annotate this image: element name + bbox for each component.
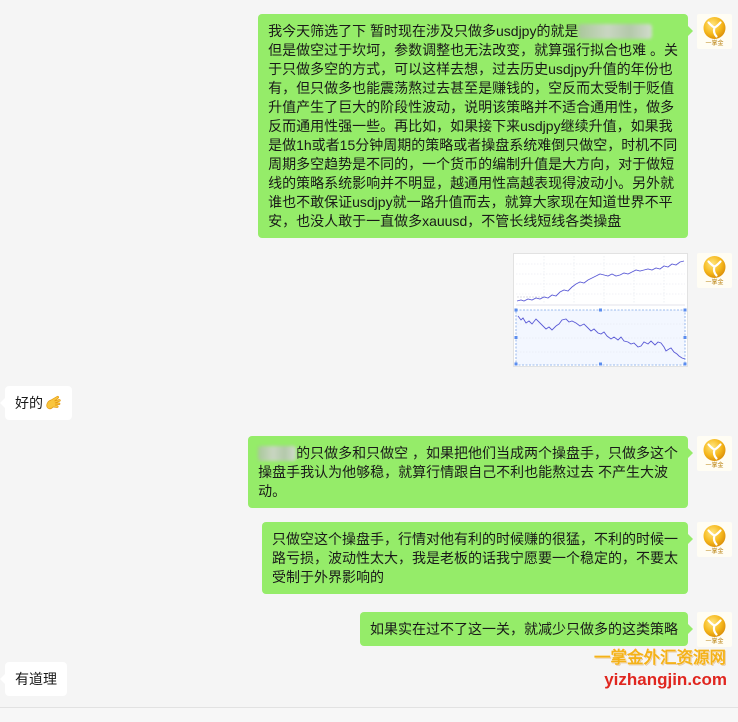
message-bubble-outgoing[interactable]: 我今天筛选了下 暂时现在涉及只做多usdjpy的就是 但是做空过于坎坷，参数调整…: [258, 14, 693, 238]
image-message-thumbnail[interactable]: [513, 253, 688, 367]
message-text-line: 如果实在过不了这一关，就减少只做多的这类策略: [370, 621, 678, 637]
avatar-logo-text: 一掌金: [705, 41, 724, 47]
message-text-line: 是做1h或者15分钟周期的策略或者操盘系统难倒只做空，时机不同: [268, 137, 678, 153]
message-text-line: 线的策略系统影响并不明显，越通用性高越表现得波动小。另外就: [268, 175, 675, 191]
message-text-line: 路亏损，波动性太大，我是老板的话我宁愿要一个稳定的，不要太: [272, 550, 678, 566]
message-text-line: 操盘手我认为他够稳，就算行情跟自己不利也能熬过去 不产生大波: [258, 464, 668, 480]
avatar-logo-text: 一掌金: [705, 549, 724, 555]
message-bubble-incoming[interactable]: 好的: [0, 386, 72, 420]
avatar-logo-text: 一掌金: [705, 639, 724, 645]
message-bubble-outgoing[interactable]: 的只做多和只做空 ，如果把他们当成两个操盘手，只做多这个 操盘手我认为他够稳，就…: [248, 436, 693, 508]
avatar[interactable]: 一掌金: [697, 253, 732, 288]
avatar[interactable]: 一掌金: [697, 522, 732, 557]
avatar[interactable]: 一掌金: [697, 612, 732, 647]
watermark-url: yizhangjin.com: [604, 670, 727, 689]
message-bubble-outgoing[interactable]: 如果实在过不了这一关，就减少只做多的这类策略: [360, 612, 693, 646]
avatar[interactable]: 一掌金: [697, 436, 732, 471]
message-text-line: 好的: [15, 395, 43, 411]
message-text-line: 谁也不敢保证usdjpy就一路升值而去，就算大家现在知道世界不平: [268, 194, 673, 210]
message-text-line: 只做空这个操盘手，行情对他有利的时候赚的很猛，不利的时候一: [272, 531, 678, 547]
message-text-line: 有，但只做多也能震荡熬过去甚至是赚钱的，空反而太受制于贬值: [268, 80, 675, 96]
watermark-site-name: 一掌金外汇资源网: [594, 649, 726, 667]
message-bubble-outgoing[interactable]: 只做空这个操盘手，行情对他有利的时候赚的很猛，不利的时候一 路亏损，波动性太大，…: [262, 522, 693, 594]
message-text-line: 受制于外界影响的: [272, 569, 384, 585]
message-bubble-incoming[interactable]: 有道理: [0, 662, 67, 696]
avatar-logo-text: 一掌金: [705, 463, 724, 469]
redacted-text-blur: [578, 24, 653, 39]
message-text-line: 动。: [258, 483, 287, 499]
chart-screenshot-image: [514, 254, 687, 366]
message-text-line: 我今天筛选了下 暂时现在涉及只做多usdjpy的就是: [268, 22, 678, 41]
message-text-line: 反而通用性强一些。再比如，如果接下来usdjpy继续升值，如果我: [268, 118, 673, 134]
message-text-segment: 的只做多和只做空 ，如果把他们当成两个操盘手，只做多这个: [296, 445, 678, 461]
message-text-line: 有道理: [15, 671, 57, 687]
ok-hand-emoji-icon: [44, 394, 62, 412]
message-text-line: 周期多空趋势是不同的，一个货币的编制升值是大方向，对于做短: [268, 156, 675, 172]
message-text-line: 的只做多和只做空 ，如果把他们当成两个操盘手，只做多这个: [258, 444, 678, 463]
chat-input-divider: [0, 707, 738, 722]
avatar-logo-text: 一掌金: [705, 280, 724, 286]
message-text-line: 但是做空过于坎坷，参数调整也无法改变，就算强行拟合也难 。关: [268, 42, 678, 58]
avatar[interactable]: 一掌金: [697, 14, 732, 49]
message-text-segment: 我今天筛选了下 暂时现在涉及只做多usdjpy的就是: [268, 23, 579, 39]
redacted-text-blur: [258, 446, 297, 461]
message-text-line: 安，也没人敢于一直做多xauusd，不管长线短线各类操盘: [268, 213, 622, 229]
site-watermark: 一掌金外汇资源网 yizhangjin.com: [594, 648, 727, 691]
message-text-line: 升值产生了巨大的阶段性波动，说明该策略并不适合通用性，做多: [268, 99, 675, 115]
message-text-line: 于只做多空的方式，可以这样去想，过去历史usdjpy升值的年份也: [268, 61, 673, 77]
